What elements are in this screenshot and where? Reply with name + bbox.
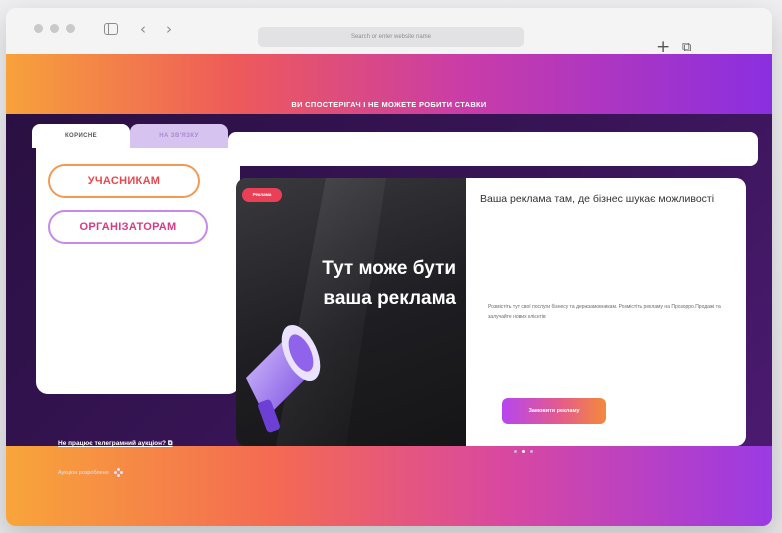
ad-description: Розмістіть тут свої послуги бізнесу та д… [488, 304, 721, 320]
close-window-dot[interactable] [34, 24, 43, 33]
forward-arrow-icon[interactable]: › [166, 20, 172, 38]
window-controls [34, 24, 75, 33]
carousel-dot[interactable] [530, 450, 533, 453]
minimize-window-dot[interactable] [50, 24, 59, 33]
maximize-window-dot[interactable] [66, 24, 75, 33]
site-footer-gradient [6, 446, 772, 526]
carousel-dots [514, 450, 533, 453]
ad-text-panel: Ваша реклама там, де бізнес шукає можлив… [466, 178, 746, 446]
order-ad-button[interactable]: Замовити рекламу [502, 398, 606, 424]
tab-useful[interactable]: КОРИСНЕ [32, 124, 130, 148]
ad-image: Реклама Тут може бути ваша реклама [236, 178, 466, 446]
carousel-dot-active[interactable] [522, 450, 525, 453]
external-link-icon: ⧉ [167, 440, 173, 447]
ad-title: Ваша реклама там, де бізнес шукає можлив… [480, 193, 715, 205]
telegram-help-link-text: Не працює телеграмний аукціон? [58, 440, 167, 447]
website: ВИ СПОСТЕРІГАЧ І НЕ МОЖЕТЕ РОБИТИ СТАВКИ… [6, 54, 772, 526]
ad-banner[interactable]: Реклама Тут може бути ваша реклама Ваша … [236, 178, 746, 446]
sidebar-toggle-icon[interactable] [104, 23, 118, 35]
tab-contacts[interactable]: НА ЗВ'ЯЗКУ [130, 124, 228, 148]
participants-button[interactable]: УЧАСНИКАМ [48, 164, 200, 198]
carousel-dot[interactable] [514, 450, 517, 453]
ad-headline: Тут може бути ваша реклама [322, 258, 456, 309]
top-info-card [228, 132, 758, 166]
credits-text: Аукціон розроблено [58, 470, 109, 476]
ad-badge: Реклама [242, 188, 282, 202]
left-panel-card: УЧАСНИКАМ ОРГАНІЗАТОРАМ [36, 148, 240, 394]
telegram-help-link[interactable]: Не працює телеграмний аукціон? ⧉ [58, 440, 172, 448]
address-bar[interactable]: Search or enter website name [258, 27, 524, 47]
spectator-banner: ВИ СПОСТЕРІГАЧ І НЕ МОЖЕТЕ РОБИТИ СТАВКИ [291, 100, 487, 109]
browser-toolbar: ‹ › Search or enter website name + ⧉ [6, 8, 772, 56]
credits: Аукціон розроблено [58, 468, 124, 478]
back-arrow-icon[interactable]: ‹ [140, 20, 146, 38]
developer-logo-icon [113, 468, 124, 478]
left-panel-tabs: КОРИСНЕ НА ЗВ'ЯЗКУ [32, 124, 228, 148]
organizers-button[interactable]: ОРГАНІЗАТОРАМ [48, 210, 208, 244]
browser-window: ‹ › Search or enter website name + ⧉ ВИ … [6, 8, 772, 526]
